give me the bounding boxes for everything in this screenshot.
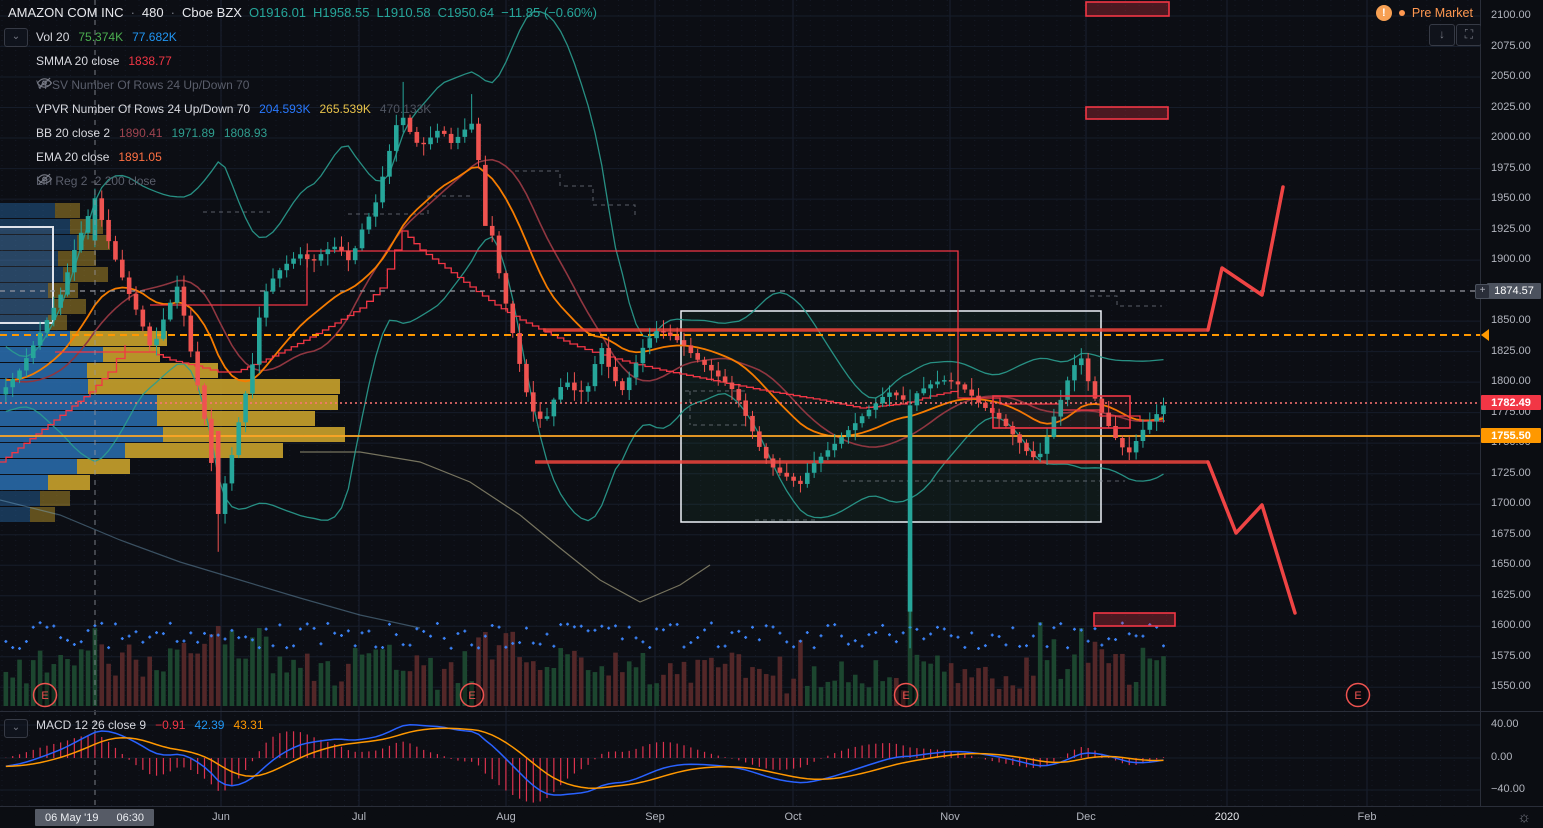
legend-value: 1808.93 [223,126,268,140]
crosshair-price-label: 1874.57 + [1475,283,1541,299]
macd-legend-value: MACD 12 26 close 9 [36,718,147,732]
time-tick: Oct [784,811,802,823]
price-tick: 1725.00 [1491,466,1531,479]
price-tick: 1900.00 [1491,253,1531,266]
macd-collapse-button[interactable]: ⌄ [4,719,28,738]
legend-value: Vol 20 [36,30,70,44]
time-tick: Sep [645,811,665,823]
time-tick: Aug [496,811,516,823]
legend-value: 265.539K [319,102,371,116]
price-tick: 2000.00 [1491,131,1531,144]
scroll-to-recent-button[interactable]: ↓ [1429,24,1455,46]
add-alert-plus-icon[interactable]: + [1475,284,1490,299]
alert-icon[interactable]: ! [1375,5,1392,21]
time-tick: Nov [940,811,960,823]
legend-row-bb[interactable]: BB 20 close 2 1890.41 1971.89 1808.93 [36,124,276,142]
symbol-title: AMAZON COM INC · 480 · Cboe BZX O1916.01 H1958… [8,5,604,20]
legend-row-ema[interactable]: EMA 20 close 1891.05 [36,148,171,166]
legend-value: VPSV Number Of Rows 24 Up/Down 70 [36,78,250,92]
svg-text:E: E [41,690,48,702]
macd-tick: 0.00 [1491,751,1513,763]
legend-row-linreg[interactable]: Lin Reg 2 -2 200 close [36,172,174,190]
macd-legend-value: 42.39 [194,718,225,732]
alert-arrow-icon [1481,329,1489,341]
price-tick: 1575.00 [1491,649,1531,662]
crosshair-time-label: 06 May '19 06:30 [35,809,154,826]
legend-value: 1891.05 [118,150,162,164]
legend-row-smma[interactable]: SMMA 20 close 1838.77 [36,52,181,70]
time-tick: Jul [351,811,367,823]
time-tick: Dec [1076,811,1096,823]
legend-value: BB 20 close 2 [36,126,111,140]
macd-legend-value: 43.31 [233,718,264,732]
price-tick: 1625.00 [1491,588,1531,601]
legend-row-vol[interactable]: Vol 20 75.374K 77.682K [36,28,186,46]
axis-settings-icon[interactable]: ☼ [1517,809,1531,826]
price-tick: 1925.00 [1491,222,1531,235]
legend-value: 77.682K [132,30,177,44]
title-segment: −11.85 (−0.60%) [501,5,597,20]
price-tick: 1800.00 [1491,375,1531,388]
legend-value: VPVR Number Of Rows 24 Up/Down 70 [36,102,251,116]
legend-value: 1890.41 [119,126,163,140]
title-segment: · [130,5,135,20]
price-tick: 1850.00 [1491,314,1531,327]
price-flag: 1782.49 [1481,395,1541,410]
time-tick: Jun [212,811,230,823]
title-segment: O1916.01 [248,5,307,20]
macd-legend-value: −0.91 [155,718,186,732]
price-axis[interactable]: 2100.00 2075.00 2050.00 2025.00 2000.00 1975.… [1475,0,1543,711]
time-axis[interactable]: 06 May '19 06:30 ☼ Jun Jul Aug Sep Oct Nov Dec… [0,807,1543,828]
price-flag: 1755.50 [1481,428,1541,443]
premarket-dot-icon [1398,10,1405,16]
legend-value: EMA 20 close [36,150,110,164]
price-tick: 2050.00 [1491,70,1531,83]
legend-value: 204.593K [259,102,311,116]
volume-bars [3,558,1166,706]
title-segment: H1958.55 [313,5,370,20]
svg-text:E: E [902,690,909,702]
legend-value: 1838.77 [128,54,172,68]
legend-value: SMMA 20 close [36,54,120,68]
tradingview-chart-window: E E E E AMAZON COM INC · 480 · Cboe BZX O1916.01… [0,0,1543,828]
maximize-pane-button[interactable]: ⛶ [1456,24,1482,46]
price-tick: 2025.00 [1491,100,1531,113]
market-status: ! Pre Market [1375,5,1473,21]
title-segment: C1950.64 [437,5,495,20]
price-tick: 1650.00 [1491,558,1531,571]
price-tick: 1600.00 [1491,619,1531,632]
price-tick: 1975.00 [1491,161,1531,174]
legend-value: 1971.89 [171,126,215,140]
price-tick: 1825.00 [1491,344,1531,357]
title-segment: 480 [141,5,164,20]
macd-legend[interactable]: MACD 12 26 close 9 −0.91 42.39 43.31 [36,718,273,732]
macd-tick: −40.00 [1491,783,1525,795]
price-tick: 1700.00 [1491,497,1531,510]
svg-text:E: E [1354,690,1361,702]
title-segment: AMAZON COM INC [8,5,124,20]
title-segment: Cboe BZX [181,5,242,20]
legend-value: 470.133K [379,102,432,116]
time-tick: 2020 [1214,811,1240,823]
macd-tick: 40.00 [1491,718,1519,730]
legend-value: Lin Reg 2 -2 200 close [36,174,157,188]
price-tick: 1550.00 [1491,680,1531,693]
time-tick: Feb [1357,811,1377,823]
price-tick: 1950.00 [1491,192,1531,205]
legend-row-vpvr[interactable]: VPVR Number Of Rows 24 Up/Down 70 204.593… [36,100,440,118]
faint-indicator-curves [0,451,711,629]
title-segment: · [170,5,175,20]
legend-row-vpsv[interactable]: VPSV Number Of Rows 24 Up/Down 70 [36,76,267,94]
legend-value: 75.374K [78,30,124,44]
price-tick: 1675.00 [1491,527,1531,540]
premarket-label: Pre Market [1411,6,1473,20]
svg-text:E: E [468,690,475,702]
title-segment: L1910.58 [376,5,431,20]
legend-collapse-button[interactable]: ⌄ [4,28,28,47]
macd-pane [5,724,1165,803]
price-tick: 2100.00 [1491,9,1531,21]
price-tick: 2075.00 [1491,39,1531,52]
macd-axis[interactable]: 40.00 0.00 −40.00 [1481,712,1543,806]
